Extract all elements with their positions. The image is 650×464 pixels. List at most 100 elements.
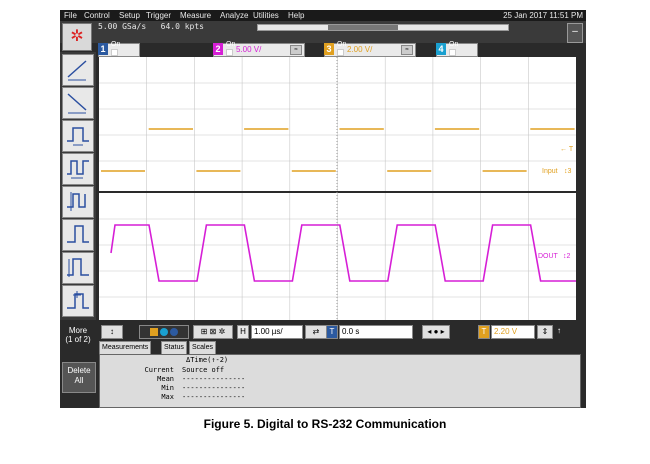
input-label: Input <box>542 168 558 175</box>
delete-all-button[interactable]: Delete All <box>62 362 96 393</box>
custom-icon <box>67 291 89 309</box>
all-label: All <box>74 376 84 385</box>
min-label: Min <box>161 384 174 392</box>
current-label: Current <box>144 366 174 374</box>
menu-file[interactable]: File <box>64 10 77 21</box>
custom-measure-button[interactable] <box>62 285 94 317</box>
pulse-icon <box>67 225 89 243</box>
max-label: Max <box>161 393 174 401</box>
color-swatch-orange <box>149 328 158 336</box>
channel-2-box[interactable]: 2 On 5.00 V/ ≈ <box>213 41 305 57</box>
current-value: Source off <box>182 366 225 374</box>
pulse-width-icon <box>67 127 89 146</box>
tab-scales[interactable]: Scales <box>189 341 217 355</box>
channel-4-box[interactable]: 4 On <box>436 41 478 57</box>
horizontal-button[interactable]: H <box>237 325 249 339</box>
trigger-channel-button[interactable]: T <box>478 325 490 339</box>
input-marker: ↕3 <box>564 168 572 175</box>
rise-time-icon <box>67 60 87 81</box>
channel-4-on: On <box>449 41 459 48</box>
channel-colors[interactable] <box>139 325 189 339</box>
menu-setup[interactable]: Setup <box>119 10 140 21</box>
trigger-level-value[interactable]: 2.20 V <box>491 325 535 339</box>
menu-help[interactable]: Help <box>288 10 304 21</box>
menu-utilities[interactable]: Utilities <box>253 10 279 21</box>
figure-caption: Figure 5. Digital to RS-232 Communicatio… <box>203 417 447 431</box>
period-button[interactable] <box>62 153 94 185</box>
trigger-marker: ← T <box>560 146 574 153</box>
channel-2-coupling-icon[interactable]: ≈ <box>290 45 302 55</box>
measurements-panel: ΔTime(↑-2) Current Source off Mean -----… <box>99 354 581 408</box>
more-button[interactable]: More (1 of 2) <box>62 326 94 356</box>
display-tools[interactable]: ⊞ ⊠ ✲ <box>193 325 233 339</box>
dout-waveform <box>110 224 576 282</box>
tab-status[interactable]: Status <box>161 341 187 355</box>
dout-marker: ↕2 <box>563 253 571 260</box>
tab-measurements[interactable]: Measurements <box>99 341 152 355</box>
mean-label: Mean <box>157 375 174 383</box>
channel-4-checkbox[interactable] <box>449 49 456 56</box>
channel-4-number: 4 <box>436 43 446 55</box>
more-label: More <box>68 326 88 335</box>
fall-time-icon <box>67 93 87 114</box>
overshoot-button[interactable] <box>62 252 94 284</box>
waveform-grid[interactable]: ← T Input ↕3 DOUT ↕2 <box>99 57 576 320</box>
oscilloscope-window: File Control Setup Trigger Measure Analy… <box>60 10 586 408</box>
trigger-ref-button[interactable]: T <box>326 325 338 339</box>
more-page: (1 of 2) <box>65 335 91 344</box>
dout-label: DOUT <box>538 253 559 260</box>
top-bar: ✲ 5.00 GSa/s 64.0 kpts – 1 On 2 On 5.00 … <box>60 21 586 57</box>
color-swatch-cyan <box>160 328 168 336</box>
clock: 25 Jan 2017 11:51 PM <box>503 11 583 20</box>
mean-value: --------------- <box>182 375 246 383</box>
pulse-width-button[interactable] <box>62 120 94 152</box>
overshoot-icon <box>67 258 89 277</box>
period-icon <box>67 160 89 179</box>
channel-1-box[interactable]: 1 On <box>98 41 140 57</box>
channel-3-box[interactable]: 3 On 2.00 V/ ≈ <box>324 41 416 57</box>
trigger-level-stepper[interactable]: ⇕ <box>537 325 553 339</box>
trigger-slope-icon[interactable]: ↑ <box>555 325 563 337</box>
window-indicator[interactable] <box>328 25 398 30</box>
edge-button[interactable] <box>62 186 94 218</box>
pulse-button[interactable] <box>62 219 94 251</box>
channel-2-number: 2 <box>213 43 223 55</box>
channel-2-on: On <box>226 41 236 48</box>
menu-analyze[interactable]: Analyze <box>220 10 248 21</box>
logo-icon[interactable]: ✲ <box>62 23 92 51</box>
channel-2-scale[interactable]: 5.00 V/ <box>236 45 261 54</box>
sample-rate: 5.00 GSa/s <box>98 22 147 31</box>
delete-label: Delete <box>67 366 91 375</box>
bottom-control-bar: ↕ ⊞ ⊠ ✲ H 1.00 µs/ ⇄ T 0.0 s ◂ ● ▸ T 2.2… <box>99 324 586 339</box>
channel-1-on: On <box>111 41 121 48</box>
edge-icon <box>67 192 86 211</box>
measurement-header: ΔTime(↑-2) <box>186 356 229 364</box>
scroll-buttons[interactable]: ↕ <box>101 325 123 339</box>
fall-time-button[interactable] <box>62 87 94 119</box>
channel-1-checkbox[interactable] <box>111 49 118 56</box>
channel-3-coupling-icon[interactable]: ≈ <box>401 45 413 55</box>
measurement-toolbar <box>60 52 96 320</box>
horizontal-position-buttons[interactable]: ⇄ <box>305 325 327 339</box>
max-value: --------------- <box>182 393 246 401</box>
channel-3-number: 3 <box>324 43 334 55</box>
channel-2-checkbox[interactable] <box>226 49 233 56</box>
color-swatch-blue <box>170 328 179 336</box>
horizontal-navigation-bar[interactable] <box>257 24 509 31</box>
dout-trace <box>110 224 576 282</box>
navigation-buttons[interactable]: ◂ ● ▸ <box>422 325 450 339</box>
channel-3-checkbox[interactable] <box>337 49 344 56</box>
channel-3-scale[interactable]: 2.00 V/ <box>347 45 372 54</box>
panel-tabs: Measurements Status Scales <box>99 341 299 355</box>
menu-measure[interactable]: Measure <box>180 10 211 21</box>
timebase-value[interactable]: 1.00 µs/ <box>251 325 303 339</box>
acquisition-readout: 5.00 GSa/s 64.0 kpts <box>98 22 204 31</box>
menu-trigger[interactable]: Trigger <box>146 10 171 21</box>
channel-1-number: 1 <box>98 43 108 55</box>
min-value: --------------- <box>182 384 246 392</box>
delay-value[interactable]: 0.0 s <box>339 325 413 339</box>
rise-time-button[interactable] <box>62 54 94 86</box>
menu-control[interactable]: Control <box>84 10 110 21</box>
minimize-button[interactable]: – <box>567 23 583 43</box>
memory-depth: 64.0 kpts <box>160 22 204 31</box>
